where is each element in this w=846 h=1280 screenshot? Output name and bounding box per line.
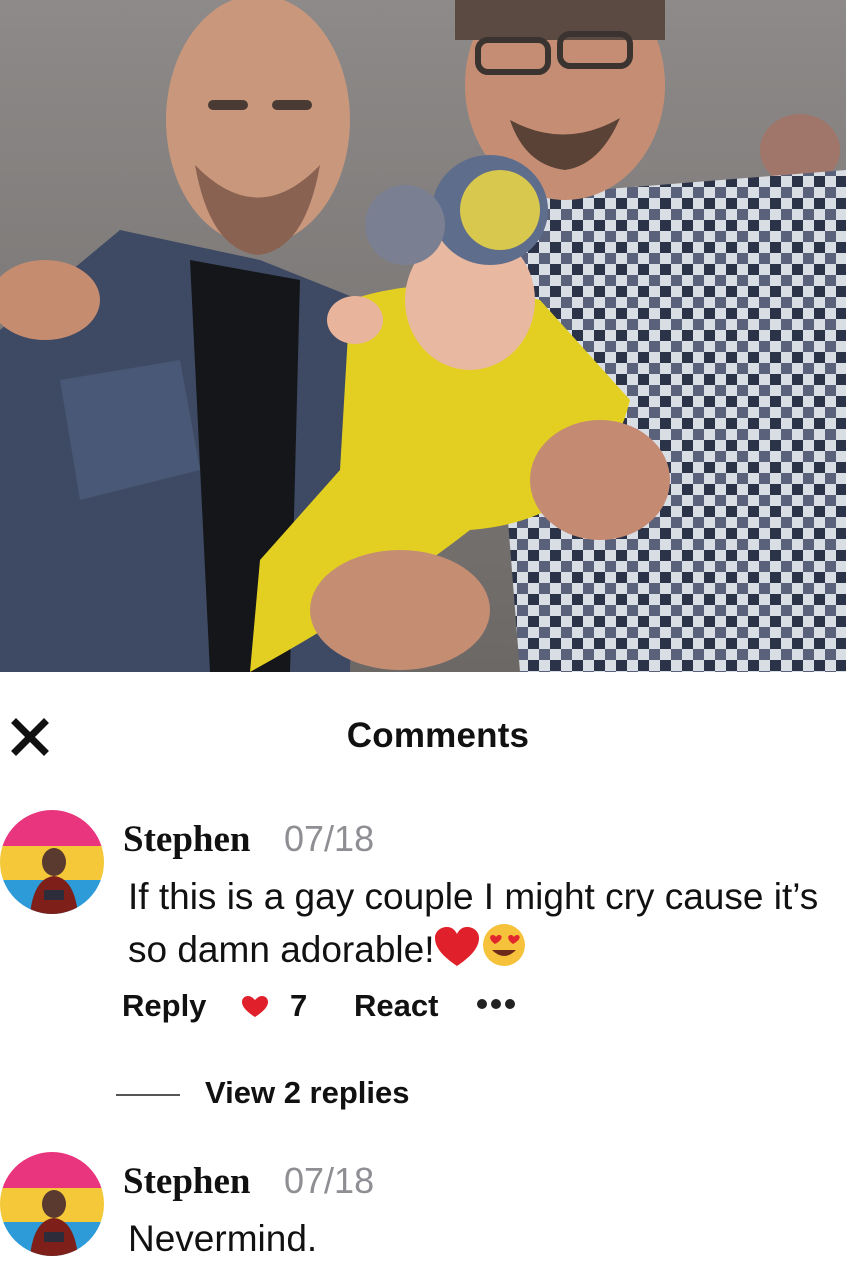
react-button[interactable]: React [354,988,438,1024]
more-options-button[interactable] [474,992,522,1021]
comment-text: If this is a gay couple I might cry caus… [128,872,846,981]
reaction-count: 7 [290,988,308,1023]
replies-divider [116,1094,180,1096]
page-title: Comments [346,716,530,755]
more-dots-icon [477,999,515,1009]
avatar[interactable] [0,810,104,914]
view-replies-button[interactable]: View 2 replies [205,1075,410,1111]
red-heart-icon [434,926,480,981]
comment-author[interactable]: Stephen [123,1160,250,1203]
comment-date: 07/18 [284,818,375,859]
post-photo [0,0,846,672]
avatar-image [0,1152,104,1256]
heart-eyes-icon [480,922,528,981]
avatar[interactable] [0,1152,104,1256]
comment-text: Nevermind. [128,1218,318,1259]
heart-icon [236,996,274,1023]
comment-date: 07/18 [284,1160,375,1201]
reply-button[interactable]: Reply [122,988,206,1024]
photo-illustration [0,0,846,672]
comment-author[interactable]: Stephen [123,818,250,861]
avatar-image [0,810,104,914]
